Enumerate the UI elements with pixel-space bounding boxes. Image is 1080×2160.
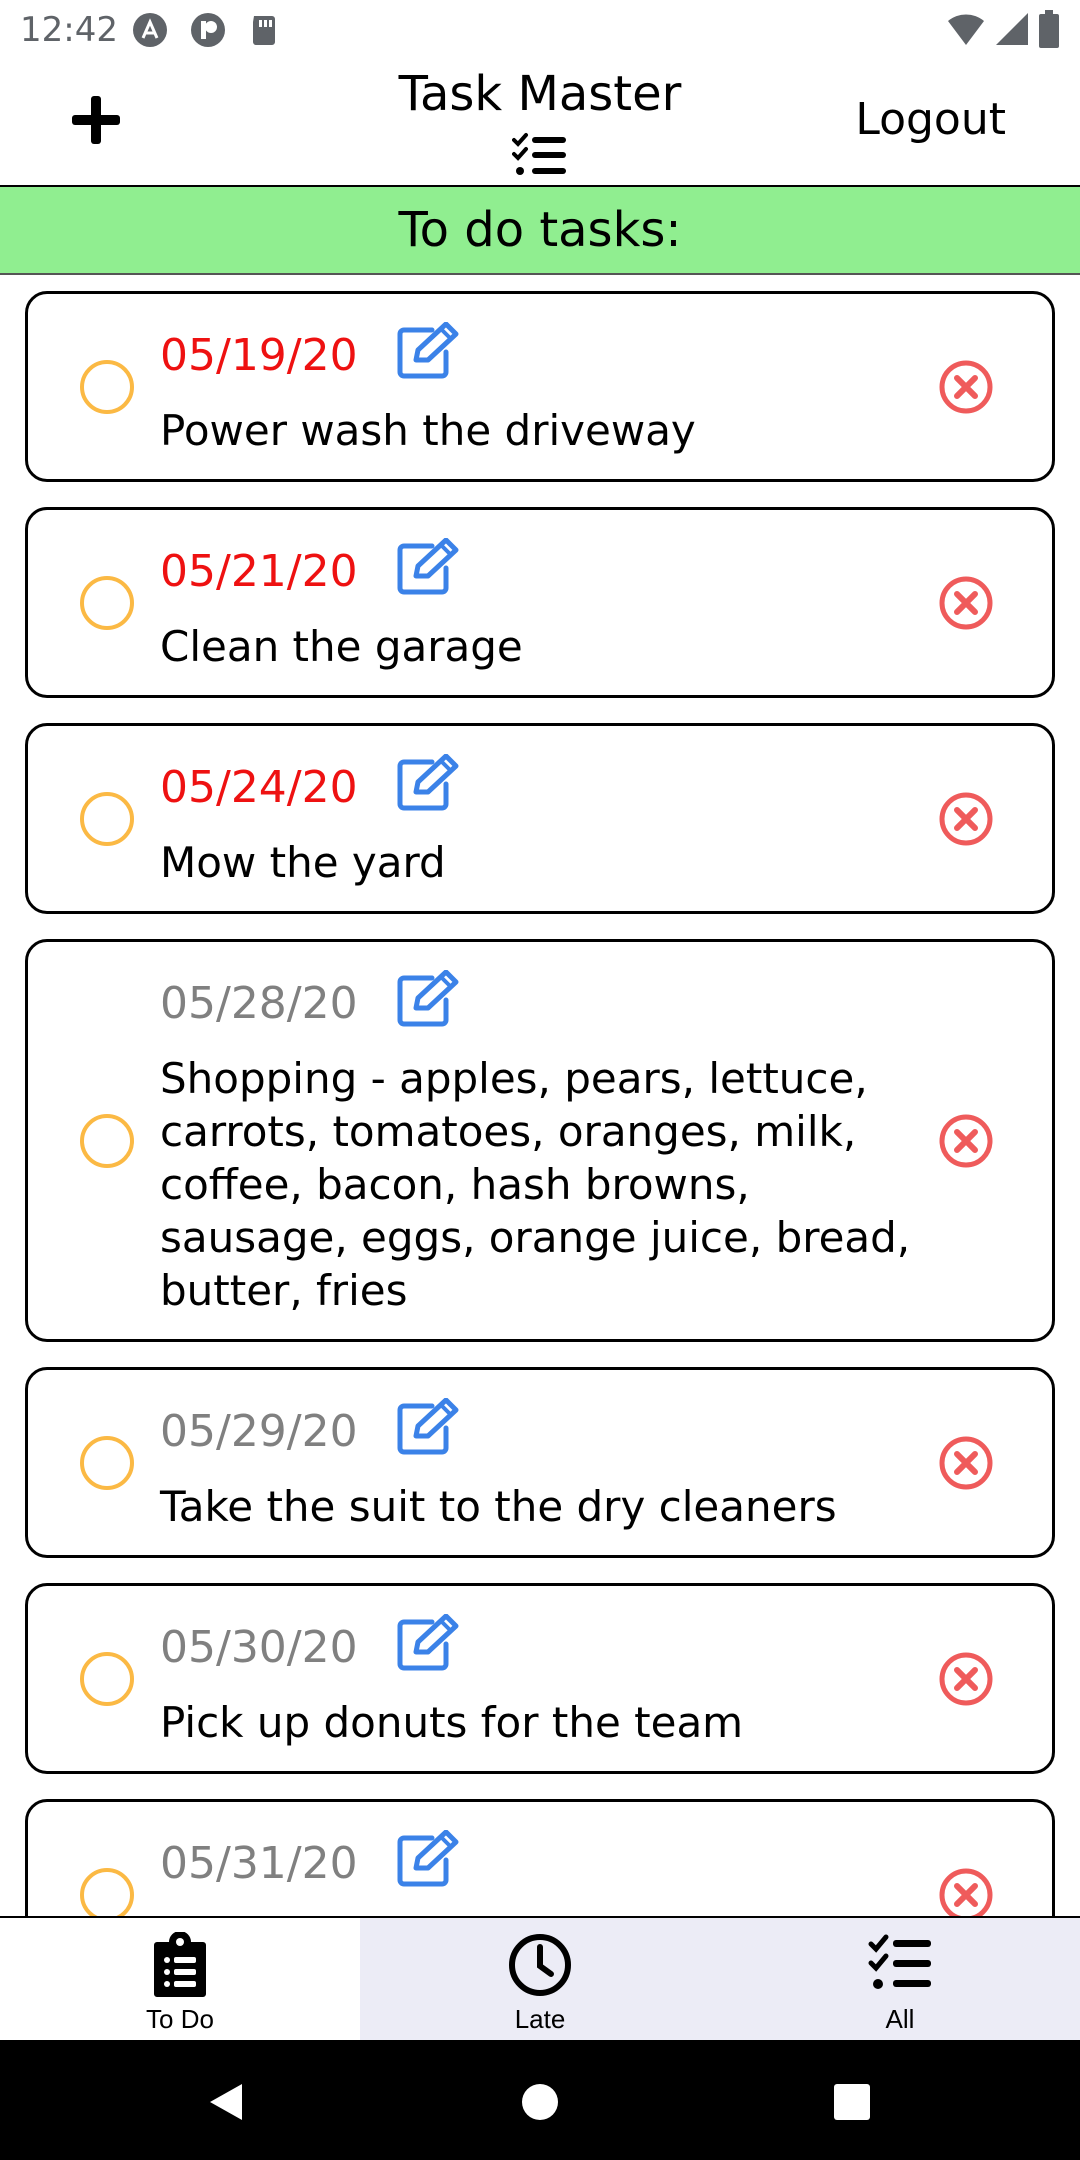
list-check-icon <box>868 1934 931 1989</box>
task-card[interactable]: 05/21/20 Clean the garage <box>25 507 1055 698</box>
task-card[interactable]: 05/19/20 Power wash the driveway <box>25 291 1055 482</box>
task-complete-radio[interactable] <box>80 359 134 414</box>
edit-icon[interactable] <box>396 322 460 380</box>
signal-icon <box>996 13 1028 45</box>
delete-icon[interactable] <box>938 1651 994 1707</box>
edit-icon[interactable] <box>396 1614 460 1672</box>
task-complete-radio[interactable] <box>80 1113 134 1168</box>
wifi-icon <box>948 14 984 45</box>
task-date: 05/24/20 <box>160 762 358 813</box>
tab-label: All <box>885 2004 915 2034</box>
edit-icon[interactable] <box>396 1398 460 1456</box>
task-card[interactable]: 05/30/20 Pick up donuts for the team <box>25 1583 1055 1774</box>
bottom-tab-bar: To Do Late All <box>0 1916 1080 2040</box>
task-card[interactable]: 05/29/20 Take the suit to the dry cleane… <box>25 1367 1055 1558</box>
task-card[interactable]: 05/31/20 <box>25 1799 1055 1916</box>
task-card[interactable]: 05/24/20 Mow the yard <box>25 723 1055 914</box>
delete-icon[interactable] <box>938 359 994 415</box>
edit-icon[interactable] <box>396 538 460 596</box>
task-date: 05/28/20 <box>160 978 358 1029</box>
tab-label: Late <box>514 2004 566 2034</box>
task-complete-radio[interactable] <box>80 791 134 846</box>
task-text: Shopping - apples, pears, lettuce, carro… <box>160 1054 911 1315</box>
delete-icon[interactable] <box>938 791 994 847</box>
list-check-icon <box>512 133 566 175</box>
task-date: 05/30/20 <box>160 1622 358 1673</box>
delete-icon[interactable] <box>938 1113 994 1169</box>
task-complete-radio[interactable] <box>80 1867 134 1916</box>
delete-icon[interactable] <box>938 1435 994 1491</box>
app-header: Task Master Logout <box>0 62 1080 187</box>
task-date: 05/21/20 <box>160 546 358 597</box>
tab-late[interactable]: Late <box>360 1918 720 2040</box>
task-text: Clean the garage <box>160 622 523 671</box>
edit-icon[interactable] <box>396 970 460 1028</box>
recents-icon[interactable] <box>830 2080 874 2124</box>
task-text: Take the suit to the dry cleaners <box>160 1482 837 1531</box>
edit-icon[interactable] <box>396 754 460 812</box>
tab-label: To Do <box>146 2004 214 2034</box>
back-icon[interactable] <box>204 2080 248 2124</box>
sd-card-icon <box>253 16 275 45</box>
logout-button[interactable]: Logout <box>855 94 1006 145</box>
task-list[interactable]: 05/19/20 Power wash the driveway 05/21/2… <box>0 277 1080 1916</box>
section-title: To do tasks: <box>0 187 1080 275</box>
task-text: Mow the yard <box>160 838 446 887</box>
tab-all[interactable]: All <box>720 1918 1080 2040</box>
status-bar: 12:42 <box>0 0 1080 62</box>
navigation-bar <box>0 2040 1080 2160</box>
a-icon <box>133 13 167 47</box>
clipboard-list-icon <box>154 1932 206 1997</box>
task-complete-radio[interactable] <box>80 1435 134 1490</box>
edit-icon[interactable] <box>396 1830 460 1888</box>
tab-to-do[interactable]: To Do <box>0 1918 360 2040</box>
task-date: 05/29/20 <box>160 1406 358 1457</box>
task-date: 05/31/20 <box>160 1838 358 1889</box>
home-icon[interactable] <box>518 2080 562 2124</box>
p-icon <box>191 13 225 47</box>
task-date: 05/19/20 <box>160 330 358 381</box>
task-complete-radio[interactable] <box>80 575 134 630</box>
clock-icon <box>509 1934 571 1996</box>
task-text: Power wash the driveway <box>160 406 696 455</box>
status-time: 12:42 <box>20 10 118 50</box>
delete-icon[interactable] <box>938 575 994 631</box>
task-card[interactable]: 05/28/20 Shopping - apples, pears, lettu… <box>25 939 1055 1342</box>
task-complete-radio[interactable] <box>80 1651 134 1706</box>
task-text: Pick up donuts for the team <box>160 1698 744 1747</box>
battery-icon <box>1039 10 1059 48</box>
delete-icon[interactable] <box>938 1867 994 1917</box>
